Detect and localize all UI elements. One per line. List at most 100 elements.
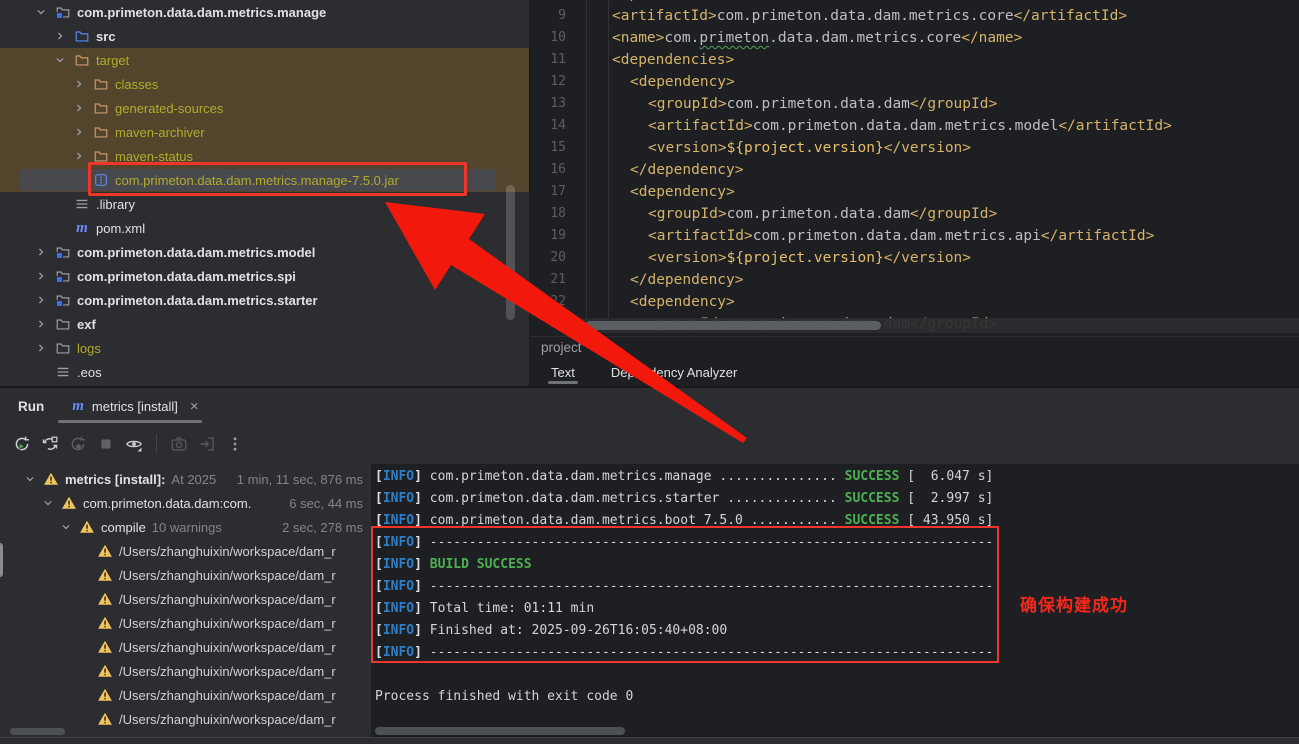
- module-icon: [52, 292, 74, 308]
- breadcrumb[interactable]: project: [530, 336, 1299, 358]
- module-icon: [52, 244, 74, 260]
- code-text: <artifactId>com.primeton.data.dam.metric…: [648, 225, 1154, 247]
- more-options-button[interactable]: [225, 434, 245, 454]
- chevron-icon[interactable]: [20, 472, 40, 486]
- project-tree-row[interactable]: com.primeton.data.dam.metrics.manage: [0, 0, 529, 24]
- import-test-results-button[interactable]: [197, 434, 217, 454]
- run-node-label: com.primeton.data.dam:com.: [80, 496, 251, 511]
- run-tree-row[interactable]: /Users/zhanghuixin/workspace/dam_r: [0, 587, 370, 611]
- code-line: 10<name>com.primeton.data.dam.metrics.co…: [530, 27, 1299, 49]
- project-tree-row[interactable]: target: [0, 48, 529, 72]
- tab-text[interactable]: Text: [540, 358, 586, 386]
- warning-icon: [94, 543, 116, 559]
- tree-item-label: src: [93, 29, 116, 44]
- rerun-button[interactable]: [12, 434, 32, 454]
- run-node-duration: 2 sec, 278 ms: [274, 520, 363, 535]
- screenshot-button[interactable]: [169, 434, 189, 454]
- project-tree-row[interactable]: exf: [0, 312, 529, 336]
- chevron-icon[interactable]: [30, 293, 52, 307]
- run-node-duration: 6 sec, 44 ms: [281, 496, 363, 511]
- code-line: 18<groupId>com.primeton.data.dam</groupI…: [530, 203, 1299, 225]
- tree-item-label: logs: [74, 341, 101, 356]
- project-tree-row[interactable]: src: [0, 24, 529, 48]
- project-tree-row[interactable]: generated-sources: [0, 96, 529, 120]
- chevron-icon[interactable]: [68, 101, 90, 115]
- run-tree-row[interactable]: /Users/zhanghuixin/workspace/dam_r: [0, 539, 370, 563]
- run-tree-row[interactable]: /Users/zhanghuixin/workspace/dam_r: [0, 683, 370, 707]
- run-tree-row[interactable]: /Users/zhanghuixin/workspace/dam_r: [0, 659, 370, 683]
- preview-button[interactable]: [124, 434, 144, 454]
- chevron-icon[interactable]: [68, 125, 90, 139]
- file-lines-icon: [71, 196, 93, 212]
- run-node-label: /Users/zhanghuixin/workspace/dam_r: [116, 712, 336, 727]
- run-tree-row[interactable]: com.primeton.data.dam:com. 6 sec, 44 ms: [0, 491, 370, 515]
- code-line: 9<artifactId>com.primeton.data.dam.metri…: [530, 5, 1299, 27]
- line-number: 20: [530, 247, 566, 269]
- chevron-icon[interactable]: [49, 29, 71, 43]
- chevron-icon[interactable]: [49, 53, 71, 67]
- chevron-icon[interactable]: [56, 520, 76, 534]
- code-line: 17<dependency>: [530, 181, 1299, 203]
- editor-panel[interactable]: 8</parent>9<artifactId>com.primeton.data…: [530, 0, 1299, 336]
- run-node-info: At 2025: [171, 472, 216, 487]
- project-tree-row[interactable]: classes: [0, 72, 529, 96]
- project-tree-row[interactable]: .library: [0, 192, 529, 216]
- line-number: 13: [530, 93, 566, 115]
- editor-hscrollbar-thumb[interactable]: [585, 321, 881, 330]
- file-lines-icon: [52, 364, 74, 380]
- run-tab-label: metrics [install]: [92, 399, 178, 414]
- editor-bottom-tabs: Text Dependency Analyzer: [530, 358, 1299, 386]
- project-tree-row[interactable]: com.primeton.data.dam.metrics.spi: [0, 264, 529, 288]
- run-node-info: 10 warnings: [152, 520, 222, 535]
- tree-item-label: .eos: [74, 365, 102, 380]
- code-line: 16</dependency>: [530, 159, 1299, 181]
- chevron-icon[interactable]: [68, 149, 90, 163]
- run-tree-row[interactable]: /Users/zhanghuixin/workspace/dam_r: [0, 635, 370, 659]
- breadcrumb-tag[interactable]: project: [541, 340, 582, 355]
- project-tree-row[interactable]: maven-status: [0, 144, 529, 168]
- run-tool-window: Run m metrics [install] × metrics [insta…: [0, 386, 1299, 744]
- project-tree-vscrollbar-thumb[interactable]: [506, 185, 515, 320]
- project-tree-row[interactable]: .eos: [0, 360, 529, 384]
- project-tree-row[interactable]: com.primeton.data.dam.metrics.starter: [0, 288, 529, 312]
- project-tree-row[interactable]: maven-archiver: [0, 120, 529, 144]
- line-number: 15: [530, 137, 566, 159]
- chevron-icon[interactable]: [30, 5, 52, 19]
- chevron-icon[interactable]: [30, 317, 52, 331]
- code-text: </dependency>: [630, 159, 744, 181]
- chevron-icon[interactable]: [38, 496, 58, 510]
- run-tree-row[interactable]: /Users/zhanghuixin/workspace/dam_r: [0, 707, 370, 729]
- project-tree-row[interactable]: logs: [0, 336, 529, 360]
- chevron-icon[interactable]: [30, 245, 52, 259]
- run-tree-row[interactable]: /Users/zhanghuixin/workspace/dam_r: [0, 611, 370, 635]
- console-line: [INFO] Total time: 01:11 min: [375, 598, 1299, 620]
- ide-window: com.primeton.data.dam.metrics.manage src t…: [0, 0, 1299, 744]
- stop-button[interactable]: [96, 434, 116, 454]
- run-tree-hscrollbar-thumb[interactable]: [10, 728, 65, 735]
- warning-icon: [94, 567, 116, 583]
- run-tab-metrics-install[interactable]: m metrics [install] ×: [72, 398, 198, 415]
- code-text: <name>com.primeton.data.dam.metrics.core…: [612, 27, 1022, 49]
- tree-item-label: target: [93, 53, 129, 68]
- project-tree-row[interactable]: com.primeton.data.dam.metrics.model: [0, 240, 529, 264]
- editor-hscrollbar[interactable]: [574, 318, 1299, 333]
- chevron-icon[interactable]: [68, 77, 90, 91]
- chevron-icon[interactable]: [30, 341, 52, 355]
- chevron-icon[interactable]: [30, 269, 52, 283]
- close-icon[interactable]: ×: [190, 398, 199, 415]
- run-tree-row[interactable]: /Users/zhanghuixin/workspace/dam_r: [0, 563, 370, 587]
- run-toolbar: [0, 425, 1299, 462]
- console-hscrollbar-thumb[interactable]: [375, 727, 625, 735]
- tree-item-label: com.primeton.data.dam.metrics.manage-7.5…: [112, 173, 399, 188]
- run-tree-row[interactable]: metrics [install]:At 20251 min, 11 sec, …: [0, 467, 370, 491]
- code-text: <dependency>: [630, 71, 735, 93]
- run-tree-row[interactable]: compile10 warnings2 sec, 278 ms: [0, 515, 370, 539]
- console-line: [INFO] ---------------------------------…: [375, 642, 1299, 664]
- console-line: [INFO] BUILD SUCCESS: [375, 554, 1299, 576]
- tab-dependency-analyzer[interactable]: Dependency Analyzer: [600, 358, 748, 386]
- line-number: 23: [530, 313, 566, 335]
- rerun-with-button[interactable]: [40, 434, 60, 454]
- project-tree-row[interactable]: com.primeton.data.dam.metrics.manage-7.5…: [0, 168, 529, 192]
- resume-button[interactable]: [68, 434, 88, 454]
- project-tree-row[interactable]: mpom.xml: [0, 216, 529, 240]
